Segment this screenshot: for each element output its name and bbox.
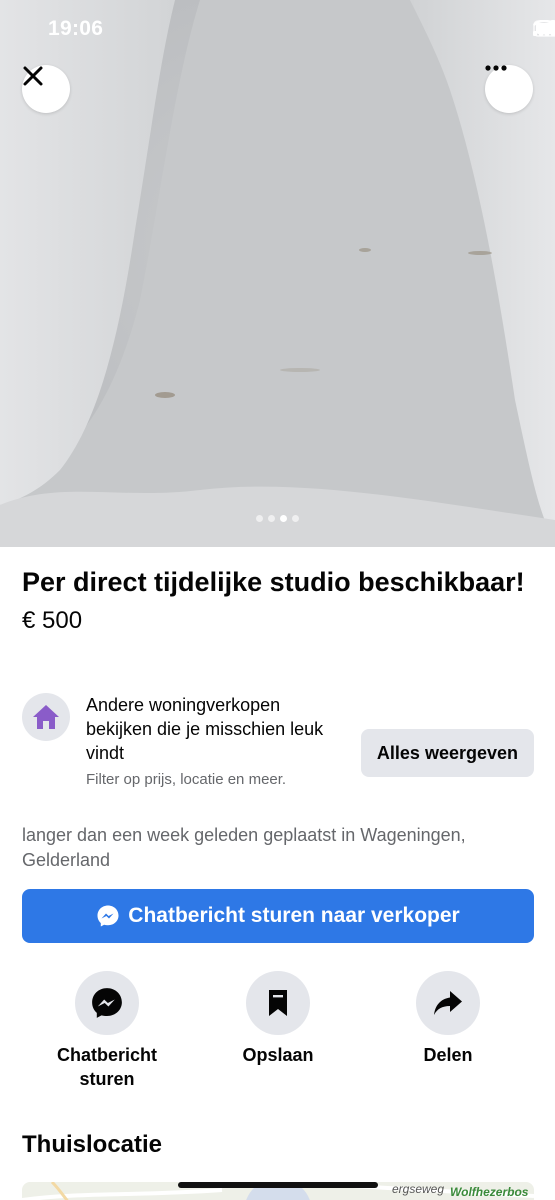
share-icon <box>434 991 462 1015</box>
photo-pager <box>0 515 555 522</box>
show-all-button[interactable]: Alles weergeven <box>360 729 534 777</box>
listing-details: Per direct tijdelijke studio beschikbaar… <box>22 547 534 1158</box>
messenger-icon <box>97 905 119 927</box>
status-time: 19:06 <box>48 17 104 40</box>
action-share-circle[interactable] <box>416 971 480 1035</box>
status-bar: 19:06 <box>0 0 555 60</box>
close-icon <box>23 66 43 86</box>
map-road-label: ergseweg <box>392 1182 445 1196</box>
pager-dot <box>256 515 263 522</box>
action-share[interactable]: Delen <box>378 971 518 1067</box>
pager-dot <box>268 515 275 522</box>
action-save-label: Opslaan <box>242 1045 314 1065</box>
more-options-button[interactable] <box>485 65 533 113</box>
action-row: Chatbericht sturen Opslaan Delen <box>22 971 534 1101</box>
listing-price: € 500 <box>22 607 83 634</box>
posted-info: langer dan een week geleden geplaatst in… <box>22 825 466 870</box>
action-chat-circle[interactable] <box>75 971 139 1035</box>
promo-text: Andere woningverkopen bekijken die je mi… <box>86 693 336 790</box>
more-icon <box>485 65 507 71</box>
battery-icon <box>533 20 555 37</box>
listing-title: Per direct tijdelijke studio beschikbaar… <box>22 567 525 597</box>
home-indicator <box>178 1182 378 1188</box>
similar-listings-promo: Andere woningverkopen bekijken die je mi… <box>22 693 534 813</box>
promo-icon-circle <box>22 693 70 741</box>
message-seller-button[interactable]: Chatbericht sturen naar verkoper <box>22 889 534 943</box>
pager-dot <box>292 515 299 522</box>
pager-dot-active <box>280 515 287 522</box>
action-save[interactable]: Opslaan <box>208 971 348 1067</box>
action-chat[interactable]: Chatbericht sturen <box>37 971 177 1091</box>
messenger-icon <box>92 988 122 1018</box>
home-location-title: Thuislocatie <box>22 1131 163 1158</box>
action-save-circle[interactable] <box>246 971 310 1035</box>
message-seller-label: Chatbericht sturen naar verkoper <box>128 904 460 927</box>
promo-heading: Andere woningverkopen bekijken die je mi… <box>86 695 324 763</box>
bookmark-icon <box>269 990 287 1016</box>
listing-photo[interactable]: 19:06 <box>0 0 555 547</box>
promo-subtext: Filter op prijs, locatie en meer. <box>86 771 287 788</box>
action-chat-label: Chatbericht sturen <box>56 1045 157 1089</box>
house-icon <box>33 705 59 729</box>
map-place-label: Wolfhezerbos <box>450 1185 529 1199</box>
snow-tunnel-image <box>0 0 555 547</box>
action-share-label: Delen <box>423 1045 473 1065</box>
close-button[interactable] <box>22 65 70 113</box>
